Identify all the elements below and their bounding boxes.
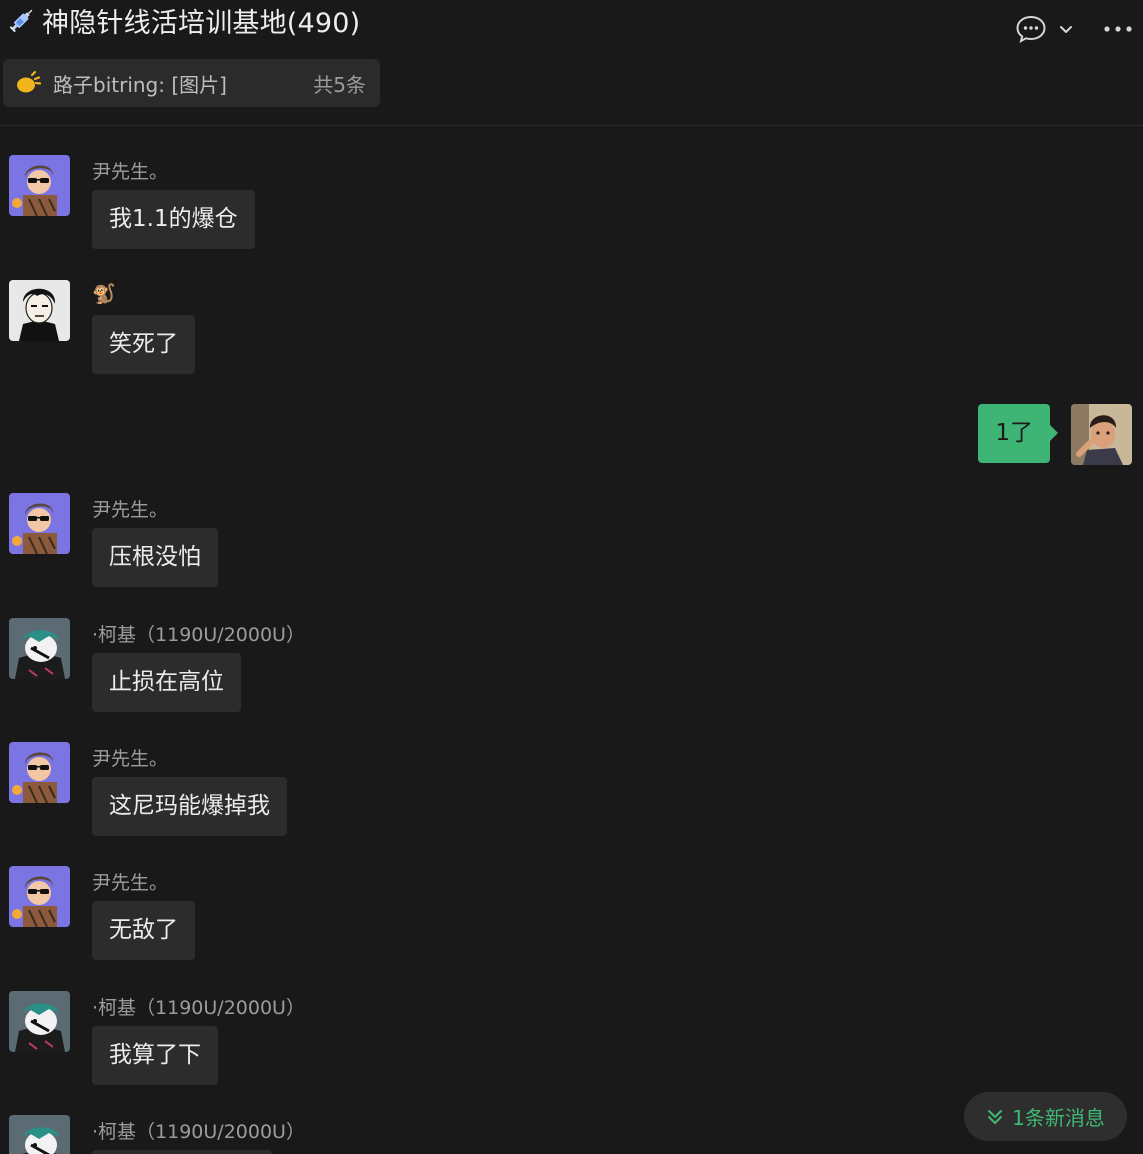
avatar-monkey-icon bbox=[9, 280, 70, 341]
message-item: 尹先生。 压根没怕 bbox=[0, 492, 1143, 592]
avatar-keji-icon bbox=[9, 991, 70, 1052]
sender-name: 尹先生。 bbox=[92, 499, 169, 521]
chat-info-button[interactable] bbox=[1015, 14, 1047, 44]
new-message-button[interactable]: 1条新消息 bbox=[964, 1092, 1127, 1141]
syringe-icon bbox=[9, 9, 33, 33]
avatar-yin-icon bbox=[9, 742, 70, 803]
message-bubble[interactable]: 笑死了 bbox=[92, 315, 195, 374]
avatar-yin-icon bbox=[9, 866, 70, 927]
message-bubble[interactable]: 无敌了 bbox=[92, 901, 195, 960]
avatar[interactable] bbox=[9, 618, 70, 679]
pinned-announcement[interactable]: 路子bitring: [图片] 共5条 bbox=[3, 59, 380, 107]
more-icon bbox=[1104, 26, 1132, 32]
avatar[interactable] bbox=[9, 155, 70, 216]
sender-name: ·柯基（1190U/2000U） bbox=[92, 624, 305, 646]
avatar-keji-icon bbox=[9, 1115, 70, 1154]
pinned-text: 路子bitring: [图片] bbox=[53, 72, 227, 97]
message-item: 尹先生。 这尼玛能爆掉我 bbox=[0, 741, 1143, 841]
avatar[interactable] bbox=[9, 866, 70, 927]
megaphone-icon bbox=[17, 70, 41, 93]
chevron-down-icon bbox=[1060, 26, 1072, 33]
message-bubble[interactable]: 压根没怕 bbox=[92, 528, 218, 587]
avatar-yin-icon bbox=[9, 493, 70, 554]
avatar-keji-icon bbox=[9, 618, 70, 679]
message-bubble[interactable]: 我1.1的爆仓 bbox=[92, 190, 255, 249]
avatar[interactable] bbox=[9, 742, 70, 803]
message-item: 🐒 笑死了 bbox=[0, 279, 1143, 379]
sender-name: ·柯基（1190U/2000U） bbox=[92, 997, 305, 1019]
avatar[interactable] bbox=[9, 991, 70, 1052]
title-row: 神隐针线活培训基地(490) bbox=[8, 2, 361, 39]
avatar[interactable] bbox=[9, 493, 70, 554]
message-item: ·柯基（1190U/2000U） 我算了下 bbox=[0, 990, 1143, 1090]
sender-name: ·柯基（1190U/2000U） bbox=[92, 1121, 305, 1143]
message-bubble-mine[interactable]: 1了 bbox=[978, 404, 1058, 463]
my-avatar[interactable] bbox=[1071, 404, 1132, 465]
message-item-mine: 1了 bbox=[0, 404, 1143, 466]
message-bubble[interactable]: 这尼玛能爆掉我 bbox=[92, 777, 287, 836]
avatar[interactable] bbox=[9, 280, 70, 341]
sender-name: 尹先生。 bbox=[92, 748, 169, 770]
double-chevron-down-icon bbox=[988, 1109, 1003, 1124]
sender-name: 尹先生。 bbox=[92, 872, 169, 894]
avatar[interactable] bbox=[9, 1115, 70, 1154]
new-message-label: 1条新消息 bbox=[1012, 1106, 1105, 1130]
chat-menu-dropdown[interactable] bbox=[1057, 14, 1075, 44]
avatar-yin-icon bbox=[9, 155, 70, 216]
message-item: ·柯基（1190U/2000U） 止损在高位 bbox=[0, 617, 1143, 717]
message-bubble[interactable]: 我算了下 bbox=[92, 1026, 218, 1085]
chat-title: 神隐针线活培训基地(490) bbox=[42, 7, 361, 39]
sender-name: 🐒 bbox=[92, 283, 116, 305]
message-bubble[interactable]: 止损在高位 bbox=[92, 653, 241, 712]
message-item: 尹先生。 无敌了 bbox=[0, 865, 1143, 965]
sender-name: 尹先生。 bbox=[92, 161, 169, 183]
avatar-self-icon bbox=[1071, 404, 1132, 465]
message-bubble[interactable] bbox=[92, 1150, 272, 1154]
chat-header: 神隐针线活培训基地(490) 路子bitring: [图片] 共5条 bbox=[0, 0, 1143, 126]
pinned-count: 共5条 bbox=[313, 72, 366, 97]
chat-bubble-icon bbox=[1016, 15, 1046, 43]
header-actions bbox=[1015, 14, 1133, 44]
more-button[interactable] bbox=[1103, 14, 1133, 44]
message-item: 尹先生。 我1.1的爆仓 bbox=[0, 154, 1143, 254]
